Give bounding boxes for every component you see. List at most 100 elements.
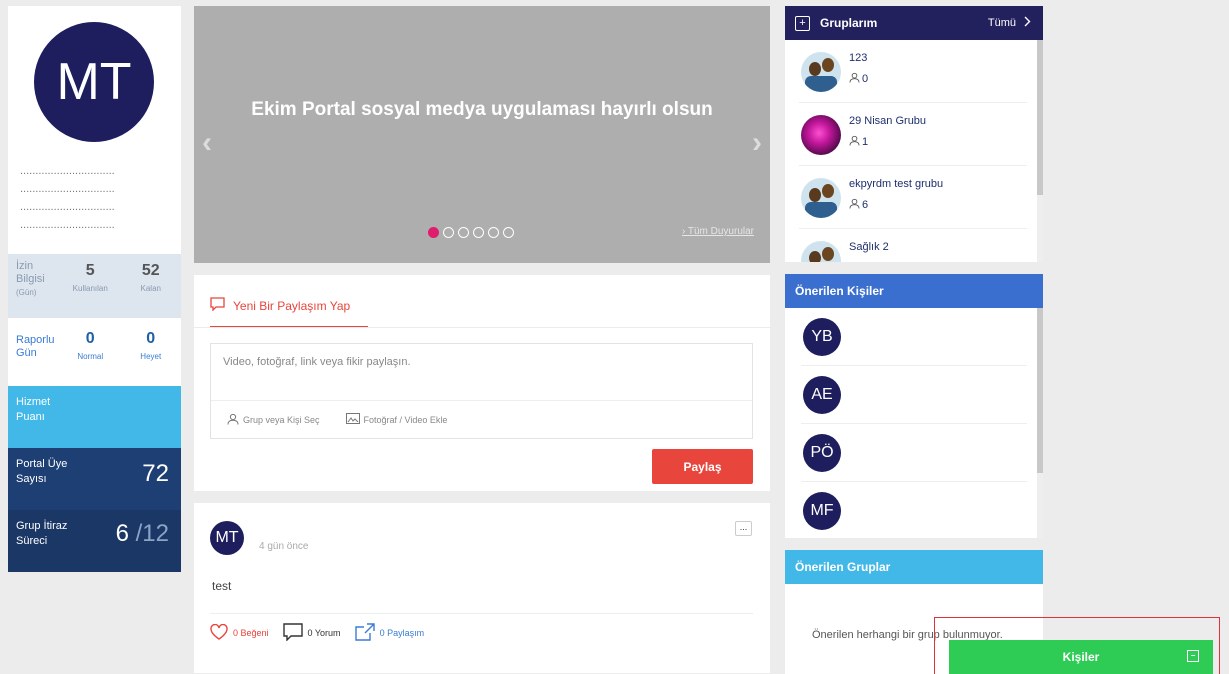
suggested-people-list[interactable]: YB AE PÖ MF <box>785 308 1043 538</box>
share-input-box[interactable]: Video, fotoğraf, link veya fikir paylaşı… <box>210 343 753 439</box>
right-sidebar: + Gruplarım Tümü 123 0 29 Nisan Grubu 1 … <box>785 6 1043 674</box>
groups-scrollbar[interactable] <box>1037 40 1043 262</box>
my-groups-list[interactable]: 123 0 29 Nisan Grubu 1 ekpyrdm test grub… <box>785 40 1043 262</box>
report-normal: 0 Normal <box>77 330 104 361</box>
group-member-count: 1 <box>849 135 868 149</box>
person-item[interactable]: MF <box>801 482 1027 538</box>
chevron-right-icon <box>1024 16 1031 30</box>
person-avatar: AE <box>803 376 841 414</box>
share-button[interactable]: Paylaş <box>652 449 753 484</box>
group-name: 123 <box>849 52 868 64</box>
contacts-chat-bar[interactable]: Kişiler − <box>949 640 1213 674</box>
group-item[interactable]: 123 0 <box>799 40 1027 103</box>
user-icon <box>849 72 860 86</box>
report-info[interactable]: Raporlu Gün 0 Normal 0 Heyet <box>8 318 181 386</box>
post-card: MT 4 gün önce ... test 0 Beğeni 0 Yorum <box>194 503 770 673</box>
profile-card: MT ............................... .....… <box>8 6 181 254</box>
divider <box>210 613 753 614</box>
group-avatar <box>801 241 841 262</box>
all-announcements-link[interactable]: › Tüm Duyurular <box>682 226 754 237</box>
member-count-value: 72 <box>142 460 169 487</box>
member-count[interactable]: Portal Üye Sayısı 72 <box>8 448 181 510</box>
leave-info[interactable]: İzin Bilgisi (Gün) 5 Kullanılan 52 Kalan <box>8 254 181 318</box>
profile-info-line: ............................... <box>20 201 115 213</box>
add-media-button[interactable]: Fotoğraf / Video Ekle <box>345 413 447 426</box>
suggested-groups-header: Önerilen Gruplar <box>785 550 1043 584</box>
carousel-dot[interactable] <box>443 227 454 238</box>
post-text: test <box>212 579 232 593</box>
person-item[interactable]: AE <box>801 366 1027 424</box>
suggested-people-header: Önerilen Kişiler <box>785 274 1043 308</box>
left-sidebar: MT ............................... .....… <box>8 6 181 572</box>
minimize-icon[interactable]: − <box>1187 650 1199 662</box>
image-icon <box>345 413 360 426</box>
main-feed: Ekim Portal sosyal medya uygulaması hayı… <box>194 6 770 673</box>
tab-new-post-label: Yeni Bir Paylaşım Yap <box>233 298 351 313</box>
announcement-carousel[interactable]: Ekim Portal sosyal medya uygulaması hayı… <box>194 6 770 263</box>
group-avatar <box>801 52 841 92</box>
group-name: Sağlık 2 <box>849 241 889 253</box>
group-item[interactable]: ekpyrdm test grubu 6 <box>799 166 1027 229</box>
group-item[interactable]: Sağlık 2 <box>799 229 1027 262</box>
group-avatar <box>801 115 841 155</box>
group-item[interactable]: 29 Nisan Grubu 1 <box>799 103 1027 166</box>
post-more-button[interactable]: ... <box>735 521 752 536</box>
carousel-next-button[interactable]: › <box>752 126 762 160</box>
all-groups-link[interactable]: Tümü <box>988 16 1031 30</box>
profile-info-line: ............................... <box>20 165 115 177</box>
person-item[interactable]: YB <box>801 308 1027 366</box>
person-avatar: YB <box>803 318 841 356</box>
post-actions: 0 Beğeni 0 Yorum 0 Paylaşım <box>210 623 424 643</box>
group-name: 29 Nisan Grubu <box>849 115 927 127</box>
carousel-dot[interactable] <box>488 227 499 238</box>
share-card: Yeni Bir Paylaşım Yap Video, fotoğraf, l… <box>194 275 770 491</box>
service-score[interactable]: Hizmet Puanı <box>8 386 181 448</box>
leave-used: 5 Kullanılan <box>72 262 108 293</box>
comment-icon <box>282 623 303 643</box>
contacts-chat-label: Kişiler <box>1062 650 1100 664</box>
leave-remaining: 52 Kalan <box>140 262 161 293</box>
like-button[interactable]: 0 Beğeni <box>210 623 269 642</box>
carousel-dot[interactable] <box>473 227 484 238</box>
carousel-indicators <box>428 227 514 238</box>
person-avatar: PÖ <box>803 434 841 472</box>
repost-button[interactable]: 0 Paylaşım <box>354 623 424 643</box>
group-name: ekpyrdm test grubu <box>849 178 944 190</box>
person-item[interactable]: PÖ <box>801 424 1027 482</box>
user-icon <box>849 198 860 212</box>
suggested-people-panel: Önerilen Kişiler YB AE PÖ MF <box>785 274 1043 538</box>
user-icon <box>849 135 860 149</box>
heart-icon <box>210 623 228 642</box>
tab-new-post[interactable]: Yeni Bir Paylaşım Yap <box>210 297 368 328</box>
group-appeal-value: 6 /12 <box>115 520 169 547</box>
comment-icon <box>210 297 225 314</box>
add-group-icon[interactable]: + <box>795 15 810 31</box>
share-tools: Grup veya Kişi Seç Fotoğraf / Video Ekle <box>211 400 752 438</box>
share-input[interactable]: Video, fotoğraf, link veya fikir paylaşı… <box>223 356 411 368</box>
carousel-prev-button[interactable]: ‹ <box>202 126 212 160</box>
person-avatar: MF <box>803 492 841 530</box>
profile-info-line: ............................... <box>20 183 115 195</box>
carousel-dot[interactable] <box>458 227 469 238</box>
group-appeal[interactable]: Grup İtiraz Süreci 6 /12 <box>8 510 181 572</box>
leave-label: İzin Bilgisi (Gün) <box>16 260 45 297</box>
carousel-dot[interactable] <box>503 227 514 238</box>
carousel-dot[interactable] <box>428 227 439 238</box>
group-avatar <box>801 178 841 218</box>
carousel-title: Ekim Portal sosyal medya uygulaması hayı… <box>251 99 713 120</box>
post-author-avatar[interactable]: MT <box>210 521 244 555</box>
profile-info-line: ............................... <box>20 219 115 231</box>
profile-avatar[interactable]: MT <box>34 22 154 142</box>
report-label: Raporlu Gün <box>16 334 55 359</box>
select-audience-button[interactable]: Grup veya Kişi Seç <box>227 413 320 427</box>
comment-button[interactable]: 0 Yorum <box>282 623 341 643</box>
user-icon <box>227 413 239 427</box>
divider <box>194 327 770 328</box>
my-groups-header: + Gruplarım Tümü <box>785 6 1043 40</box>
my-groups-panel: + Gruplarım Tümü 123 0 29 Nisan Grubu 1 … <box>785 6 1043 262</box>
post-timestamp: 4 gün önce <box>259 541 309 552</box>
group-member-count: 6 <box>849 198 868 212</box>
external-share-icon <box>354 623 375 643</box>
people-scrollbar[interactable] <box>1037 308 1043 538</box>
report-committee: 0 Heyet <box>140 330 162 361</box>
